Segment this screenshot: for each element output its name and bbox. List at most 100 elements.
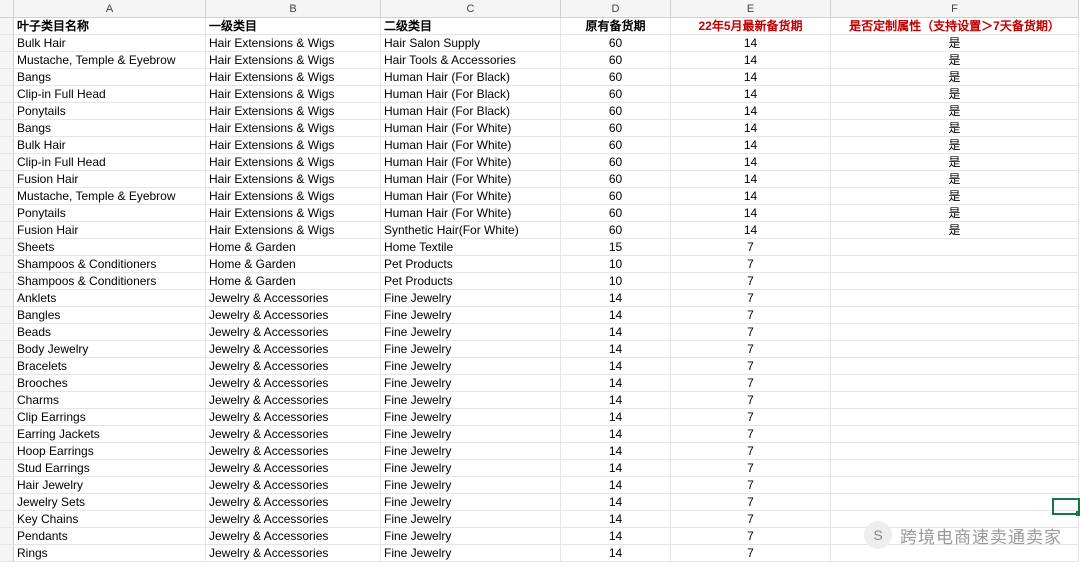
cell-E[interactable]: 7 bbox=[671, 358, 831, 375]
cell-F[interactable] bbox=[831, 358, 1079, 375]
cell-F[interactable] bbox=[831, 307, 1079, 324]
header-cell-leaf-category[interactable]: 叶子类目名称 bbox=[14, 18, 206, 35]
cell-E[interactable]: 7 bbox=[671, 545, 831, 562]
cell-A[interactable]: Fusion Hair bbox=[14, 171, 206, 188]
cell-C[interactable]: Fine Jewelry bbox=[381, 545, 561, 562]
cell-D[interactable]: 60 bbox=[561, 103, 671, 120]
cell-C[interactable]: Fine Jewelry bbox=[381, 409, 561, 426]
cell-F[interactable]: 是 bbox=[831, 222, 1079, 239]
cell-C[interactable]: Human Hair (For White) bbox=[381, 205, 561, 222]
cell-F[interactable] bbox=[831, 494, 1079, 511]
cell-A[interactable]: Hoop Earrings bbox=[14, 443, 206, 460]
spreadsheet-grid[interactable]: A B C D E F 叶子类目名称 一级类目 二级类目 原有备货期 22年5月… bbox=[0, 0, 1080, 562]
cell-C[interactable]: Fine Jewelry bbox=[381, 341, 561, 358]
cell-B[interactable]: Hair Extensions & Wigs bbox=[206, 222, 381, 239]
cell-C[interactable]: Home Textile bbox=[381, 239, 561, 256]
cell-A[interactable]: Ponytails bbox=[14, 103, 206, 120]
cell-C[interactable]: Human Hair (For Black) bbox=[381, 69, 561, 86]
row-number[interactable] bbox=[0, 443, 14, 460]
cell-B[interactable]: Jewelry & Accessories bbox=[206, 494, 381, 511]
cell-B[interactable]: Jewelry & Accessories bbox=[206, 358, 381, 375]
cell-C[interactable]: Human Hair (For White) bbox=[381, 188, 561, 205]
cell-D[interactable]: 14 bbox=[561, 409, 671, 426]
cell-C[interactable]: Pet Products bbox=[381, 273, 561, 290]
cell-D[interactable]: 60 bbox=[561, 137, 671, 154]
col-header-C[interactable]: C bbox=[381, 0, 561, 18]
cell-E[interactable]: 7 bbox=[671, 460, 831, 477]
cell-D[interactable]: 10 bbox=[561, 273, 671, 290]
row-number[interactable] bbox=[0, 477, 14, 494]
cell-D[interactable]: 14 bbox=[561, 460, 671, 477]
cell-F[interactable]: 是 bbox=[831, 205, 1079, 222]
row-number[interactable] bbox=[0, 120, 14, 137]
row-number[interactable] bbox=[0, 375, 14, 392]
cell-A[interactable]: Hair Jewelry bbox=[14, 477, 206, 494]
cell-B[interactable]: Home & Garden bbox=[206, 256, 381, 273]
cell-B[interactable]: Jewelry & Accessories bbox=[206, 375, 381, 392]
cell-F[interactable]: 是 bbox=[831, 69, 1079, 86]
cell-B[interactable]: Jewelry & Accessories bbox=[206, 341, 381, 358]
cell-A[interactable]: Bangles bbox=[14, 307, 206, 324]
cell-E[interactable]: 7 bbox=[671, 511, 831, 528]
cell-D[interactable]: 14 bbox=[561, 443, 671, 460]
cell-B[interactable]: Hair Extensions & Wigs bbox=[206, 103, 381, 120]
cell-B[interactable]: Jewelry & Accessories bbox=[206, 545, 381, 562]
cell-B[interactable]: Hair Extensions & Wigs bbox=[206, 35, 381, 52]
cell-E[interactable]: 14 bbox=[671, 120, 831, 137]
cell-B[interactable]: Hair Extensions & Wigs bbox=[206, 69, 381, 86]
cell-C[interactable]: Hair Salon Supply bbox=[381, 35, 561, 52]
col-header-A[interactable]: A bbox=[14, 0, 206, 18]
cell-B[interactable]: Home & Garden bbox=[206, 239, 381, 256]
header-cell-level2[interactable]: 二级类目 bbox=[381, 18, 561, 35]
cell-F[interactable] bbox=[831, 256, 1079, 273]
cell-F[interactable] bbox=[831, 290, 1079, 307]
cell-A[interactable]: Mustache, Temple & Eyebrow bbox=[14, 188, 206, 205]
cell-D[interactable]: 14 bbox=[561, 290, 671, 307]
row-number[interactable] bbox=[0, 256, 14, 273]
cell-F[interactable] bbox=[831, 477, 1079, 494]
cell-F[interactable] bbox=[831, 460, 1079, 477]
cell-F[interactable]: 是 bbox=[831, 137, 1079, 154]
cell-F[interactable]: 是 bbox=[831, 35, 1079, 52]
cell-E[interactable]: 7 bbox=[671, 409, 831, 426]
col-header-E[interactable]: E bbox=[671, 0, 831, 18]
row-number[interactable] bbox=[0, 239, 14, 256]
cell-A[interactable]: Body Jewelry bbox=[14, 341, 206, 358]
cell-A[interactable]: Shampoos & Conditioners bbox=[14, 273, 206, 290]
cell-D[interactable]: 60 bbox=[561, 35, 671, 52]
cell-D[interactable]: 14 bbox=[561, 511, 671, 528]
cell-E[interactable]: 14 bbox=[671, 137, 831, 154]
row-number[interactable] bbox=[0, 188, 14, 205]
cell-E[interactable]: 7 bbox=[671, 494, 831, 511]
corner-cell[interactable] bbox=[0, 0, 14, 18]
cell-D[interactable]: 14 bbox=[561, 494, 671, 511]
cell-B[interactable]: Jewelry & Accessories bbox=[206, 307, 381, 324]
cell-D[interactable]: 14 bbox=[561, 375, 671, 392]
row-number[interactable] bbox=[0, 137, 14, 154]
cell-B[interactable]: Hair Extensions & Wigs bbox=[206, 205, 381, 222]
cell-A[interactable]: Key Chains bbox=[14, 511, 206, 528]
cell-B[interactable]: Hair Extensions & Wigs bbox=[206, 137, 381, 154]
cell-F[interactable] bbox=[831, 375, 1079, 392]
cell-A[interactable]: Fusion Hair bbox=[14, 222, 206, 239]
cell-F[interactable]: 是 bbox=[831, 188, 1079, 205]
cell-C[interactable]: Human Hair (For White) bbox=[381, 120, 561, 137]
cell-E[interactable]: 7 bbox=[671, 324, 831, 341]
cell-F[interactable] bbox=[831, 239, 1079, 256]
row-number[interactable] bbox=[0, 35, 14, 52]
cell-C[interactable]: Fine Jewelry bbox=[381, 443, 561, 460]
header-cell-custom-attr[interactable]: 是否定制属性（支持设置＞7天备货期） bbox=[831, 18, 1079, 35]
row-number[interactable] bbox=[0, 222, 14, 239]
cell-C[interactable]: Fine Jewelry bbox=[381, 392, 561, 409]
cell-C[interactable]: Fine Jewelry bbox=[381, 477, 561, 494]
cell-B[interactable]: Jewelry & Accessories bbox=[206, 392, 381, 409]
cell-B[interactable]: Hair Extensions & Wigs bbox=[206, 52, 381, 69]
cell-C[interactable]: Fine Jewelry bbox=[381, 358, 561, 375]
cell-F[interactable] bbox=[831, 409, 1079, 426]
cell-D[interactable]: 14 bbox=[561, 426, 671, 443]
cell-E[interactable]: 7 bbox=[671, 426, 831, 443]
cell-D[interactable]: 60 bbox=[561, 171, 671, 188]
cell-D[interactable]: 14 bbox=[561, 545, 671, 562]
cell-D[interactable]: 14 bbox=[561, 528, 671, 545]
cell-D[interactable]: 60 bbox=[561, 86, 671, 103]
